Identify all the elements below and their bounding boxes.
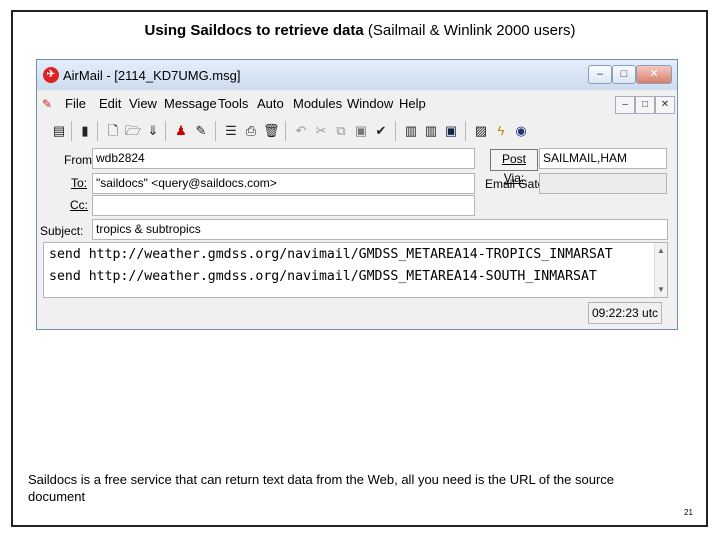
align-left-icon[interactable]: ☰ [223, 122, 239, 140]
attach-icon[interactable]: ✎ [193, 122, 209, 140]
airmail-window: ✈ AirMail - [2114_KD7UMG.msg] – □ ✕ ✎ Fi… [36, 59, 678, 330]
mdi-restore-button[interactable]: □ [635, 96, 655, 114]
globe-icon[interactable]: ◉ [513, 122, 529, 140]
to-label[interactable]: To: [71, 176, 87, 190]
toolbar-separator [395, 121, 396, 141]
spellcheck-icon[interactable]: ✔ [373, 122, 389, 140]
slide-title-rest: (Sailmail & Winlink 2000 users) [363, 22, 576, 39]
menu-bar: ✎ File Edit View Message Tools Auto Modu… [40, 93, 675, 115]
toolbar-separator [71, 121, 72, 141]
status-bar: 09:22:23 utc [43, 302, 668, 324]
toolbar-separator [97, 121, 98, 141]
mdi-close-button[interactable]: ✕ [655, 96, 675, 114]
body-scrollbar[interactable]: ▲ ▼ [654, 243, 667, 297]
menu-window[interactable]: Window [347, 96, 393, 111]
minimize-button[interactable]: – [588, 65, 612, 84]
to-field[interactable]: "saildocs" <query@saildocs.com> [92, 173, 475, 194]
toolbar-separator [465, 121, 466, 141]
slide-title: Using Saildocs to retrieve data (Sailmai… [0, 22, 720, 39]
message-body[interactable]: send http://weather.gmdss.org/navimail/G… [43, 242, 668, 298]
slide-title-bold: Using Saildocs to retrieve data [144, 22, 364, 39]
from-field[interactable]: wdb2824 [92, 148, 475, 169]
toolbar-separator [285, 121, 286, 141]
cc-field[interactable] [92, 195, 475, 216]
window-title: AirMail - [2114_KD7UMG.msg] [63, 68, 241, 83]
status-time: 09:22:23 utc [588, 302, 662, 324]
page-number: 21 [684, 508, 693, 517]
menu-edit[interactable]: Edit [99, 96, 121, 111]
window-titlebar[interactable]: ✈ AirMail - [2114_KD7UMG.msg] – □ ✕ [37, 60, 677, 90]
from-label: From: [64, 153, 96, 167]
list3-icon[interactable]: ▣ [443, 122, 459, 140]
cut-icon[interactable]: ✂ [313, 122, 329, 140]
paste-icon[interactable]: ▣ [353, 122, 369, 140]
list1-icon[interactable]: ▥ [403, 122, 419, 140]
post-via-field[interactable]: SAILMAIL,HAM [539, 148, 667, 169]
scroll-down-icon[interactable]: ▼ [657, 285, 665, 294]
save-icon[interactable]: ⇓ [145, 122, 161, 140]
mdi-minimize-button[interactable]: – [615, 96, 635, 114]
mdi-doc-icon[interactable]: ✎ [40, 97, 54, 113]
menu-tools[interactable]: Tools [218, 96, 248, 111]
airmail-app-icon: ✈ [43, 67, 59, 83]
subject-field[interactable]: tropics & subtropics [92, 219, 668, 240]
close-button[interactable]: ✕ [636, 65, 672, 84]
menu-view[interactable]: View [129, 96, 157, 111]
body-line: send http://weather.gmdss.org/navimail/G… [49, 269, 597, 284]
menu-file[interactable]: File [65, 96, 86, 111]
pencil-icon[interactable]: ▮ [77, 122, 93, 140]
delete-icon[interactable]: 🗑 [263, 122, 280, 140]
new-doc-icon[interactable]: 🗋 [105, 122, 121, 140]
email-gate-field[interactable] [539, 173, 667, 194]
form-icon[interactable]: ▤ [51, 122, 67, 140]
subject-label: Subject: [40, 224, 84, 238]
menu-auto[interactable]: Auto [257, 96, 284, 111]
copy-icon[interactable]: ⧉ [333, 122, 349, 140]
post-via-button[interactable]: Post Via: [490, 149, 538, 185]
undo-icon[interactable]: ↶ [293, 122, 309, 140]
scroll-up-icon[interactable]: ▲ [657, 246, 665, 255]
list2-icon[interactable]: ▥ [423, 122, 439, 140]
cc-label[interactable]: Cc: [70, 198, 88, 212]
image-icon[interactable]: ▨ [473, 122, 489, 140]
menu-message[interactable]: Message [164, 96, 217, 111]
body-line: send http://weather.gmdss.org/navimail/G… [49, 247, 613, 262]
toolbar: ▤ ▮ 🗋 🗁 ⇓ ♟ ✎ ☰ ⎙ 🗑 ↶ ✂ ⧉ ▣ ✔ ▥ ▥ ▣ ▨ ϟ … [41, 120, 673, 144]
menu-help[interactable]: Help [399, 96, 426, 111]
toolbar-separator [165, 121, 166, 141]
open-folder-icon[interactable]: 🗁 [125, 122, 141, 140]
menu-modules[interactable]: Modules [293, 96, 342, 111]
toolbar-separator [215, 121, 216, 141]
send-icon[interactable]: ♟ [173, 122, 189, 140]
lightning-icon[interactable]: ϟ [493, 122, 509, 140]
print-icon[interactable]: ⎙ [243, 122, 259, 140]
restore-button[interactable]: □ [612, 65, 636, 84]
slide-caption: Saildocs is a free service that can retu… [28, 472, 615, 504]
